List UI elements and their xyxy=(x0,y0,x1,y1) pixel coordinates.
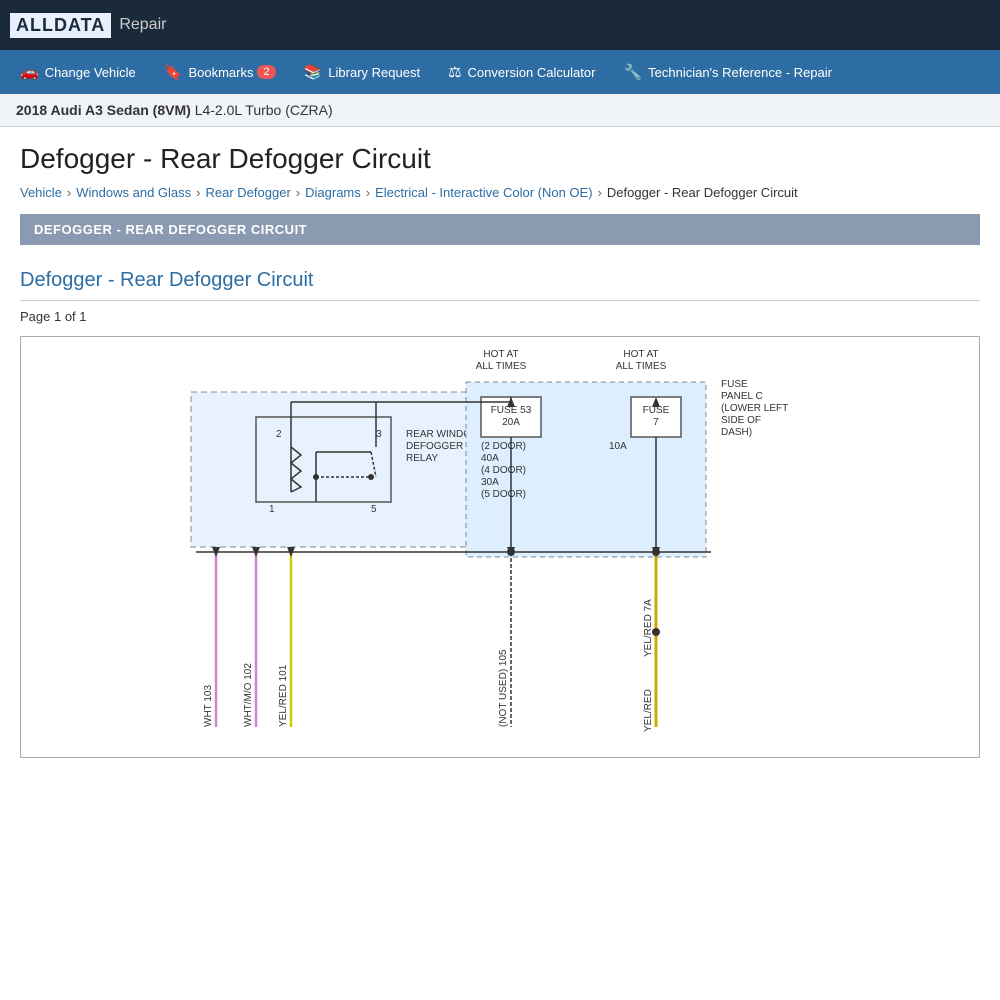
section-header: DEFOGGER - REAR DEFOGGER CIRCUIT xyxy=(20,214,980,245)
vehicle-year-make-model: 2018 Audi A3 Sedan (8VM) xyxy=(16,102,191,118)
menu-technicians-label: Technician's Reference - Repair xyxy=(648,65,832,80)
svg-text:(5 DOOR): (5 DOOR) xyxy=(481,489,526,500)
page-title: Defogger - Rear Defogger Circuit xyxy=(20,143,980,175)
breadcrumb-electrical[interactable]: Electrical - Interactive Color (Non OE) xyxy=(375,185,592,200)
svg-text:5: 5 xyxy=(371,504,377,515)
svg-text:YEL/RED: YEL/RED xyxy=(643,689,654,732)
sep3: › xyxy=(296,185,300,200)
menu-bookmarks[interactable]: 🔖 Bookmarks 2 xyxy=(150,50,290,94)
svg-text:RELAY: RELAY xyxy=(406,453,438,464)
bookmark-icon: 🔖 xyxy=(164,63,183,81)
breadcrumb: Vehicle › Windows and Glass › Rear Defog… xyxy=(20,185,980,200)
svg-text:ALL TIMES: ALL TIMES xyxy=(476,361,527,372)
svg-text:10A: 10A xyxy=(609,441,627,452)
sep4: › xyxy=(366,185,370,200)
page-info: Page 1 of 1 xyxy=(20,309,980,324)
menu-conversion-calculator[interactable]: ⚖ Conversion Calculator xyxy=(434,50,609,94)
svg-text:20A: 20A xyxy=(502,417,520,428)
sep1: › xyxy=(67,185,71,200)
svg-text:DEFOGGER: DEFOGGER xyxy=(406,441,463,452)
svg-text:(4 DOOR): (4 DOOR) xyxy=(481,465,526,476)
breadcrumb-windows[interactable]: Windows and Glass xyxy=(76,185,191,200)
svg-text:YEL/RED 7A: YEL/RED 7A xyxy=(643,599,654,657)
vehicle-engine: L4-2.0L Turbo (CZRA) xyxy=(195,102,333,118)
circuit-diagram: HOT AT ALL TIMES HOT AT ALL TIMES FUSE P… xyxy=(21,337,980,757)
logo-area: ALLDATA Repair xyxy=(10,13,166,38)
svg-text:PANEL C: PANEL C xyxy=(721,391,763,402)
bookmarks-badge: 2 xyxy=(257,65,275,79)
svg-text:DASH): DASH) xyxy=(721,427,752,438)
menu-library-label: Library Request xyxy=(328,65,420,80)
svg-text:WHT 103: WHT 103 xyxy=(203,685,214,727)
svg-text:(NOT USED) 105: (NOT USED) 105 xyxy=(498,649,509,727)
library-icon: 📚 xyxy=(304,63,323,81)
vehicle-bar: 2018 Audi A3 Sedan (8VM) L4-2.0L Turbo (… xyxy=(0,94,1000,127)
diagram-title: Defogger - Rear Defogger Circuit xyxy=(20,269,980,301)
menu-change-vehicle[interactable]: 🚗 Change Vehicle xyxy=(6,50,150,94)
diagram-container: HOT AT ALL TIMES HOT AT ALL TIMES FUSE P… xyxy=(20,336,980,758)
menu-bar: 🚗 Change Vehicle 🔖 Bookmarks 2 📚 Library… xyxy=(0,50,1000,94)
svg-text:YEL/RED 101: YEL/RED 101 xyxy=(278,664,289,727)
menu-change-vehicle-label: Change Vehicle xyxy=(45,65,136,80)
logo-alldata: ALLDATA xyxy=(10,13,111,38)
svg-text:HOT AT: HOT AT xyxy=(623,349,658,360)
svg-text:3: 3 xyxy=(376,429,382,440)
menu-calculator-label: Conversion Calculator xyxy=(468,65,596,80)
wrench-icon: 🔧 xyxy=(623,63,642,81)
svg-text:FUSE: FUSE xyxy=(721,379,748,390)
menu-library-request[interactable]: 📚 Library Request xyxy=(290,50,434,94)
svg-text:(LOWER LEFT: (LOWER LEFT xyxy=(721,403,788,414)
svg-text:SIDE OF: SIDE OF xyxy=(721,415,761,426)
car-icon: 🚗 xyxy=(20,63,39,81)
breadcrumb-vehicle[interactable]: Vehicle xyxy=(20,185,62,200)
svg-text:7: 7 xyxy=(653,417,659,428)
svg-text:2: 2 xyxy=(276,429,282,440)
top-nav: ALLDATA Repair xyxy=(0,0,1000,50)
svg-text:40A: 40A xyxy=(481,453,499,464)
sep5: › xyxy=(598,185,602,200)
svg-text:1: 1 xyxy=(269,504,275,515)
menu-bookmarks-label: Bookmarks xyxy=(188,65,253,80)
svg-text:HOT AT: HOT AT xyxy=(483,349,518,360)
svg-text:30A: 30A xyxy=(481,477,499,488)
menu-technicians-reference[interactable]: 🔧 Technician's Reference - Repair xyxy=(609,50,846,94)
diagram-section: Defogger - Rear Defogger Circuit Page 1 … xyxy=(20,269,980,758)
page-content: Defogger - Rear Defogger Circuit Vehicle… xyxy=(0,127,1000,774)
calculator-icon: ⚖ xyxy=(448,63,461,81)
svg-text:WHT/M/O 102: WHT/M/O 102 xyxy=(243,663,254,727)
breadcrumb-rear-defogger[interactable]: Rear Defogger xyxy=(206,185,291,200)
breadcrumb-current: Defogger - Rear Defogger Circuit xyxy=(607,185,798,200)
breadcrumb-diagrams[interactable]: Diagrams xyxy=(305,185,361,200)
svg-text:ALL TIMES: ALL TIMES xyxy=(616,361,667,372)
logo-repair: Repair xyxy=(119,16,166,34)
svg-text:(2 DOOR): (2 DOOR) xyxy=(481,441,526,452)
sep2: › xyxy=(196,185,200,200)
